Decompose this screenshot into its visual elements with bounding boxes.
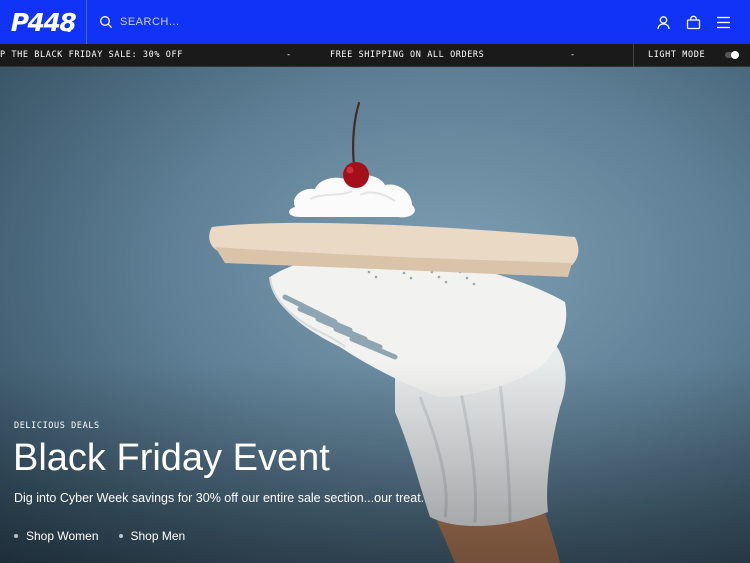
site-header: P448 <box>0 0 750 44</box>
logo-text: P448 <box>10 7 77 37</box>
shop-women-link[interactable]: Shop Women <box>14 529 99 543</box>
ticker-item: FREE SHIPPING ON ALL ORDERS <box>330 49 485 60</box>
account-icon[interactable] <box>655 14 672 31</box>
hero-description: Dig into Cyber Week savings for 30% off … <box>14 491 425 505</box>
search-input[interactable] <box>120 16 420 28</box>
ticker-separator: - <box>286 49 292 60</box>
hero-banner: DELICIOUS DEALS Black Friday Event Dig i… <box>0 67 750 563</box>
ticker-track: P THE BLACK FRIDAY SALE: 30% OFF - FREE … <box>0 44 633 67</box>
shop-men-link[interactable]: Shop Men <box>118 529 186 543</box>
toggle-switch[interactable] <box>725 51 740 59</box>
hero-title: Black Friday Event <box>13 437 330 479</box>
bag-icon[interactable] <box>685 14 702 31</box>
mode-label: LIGHT MODE <box>648 50 706 60</box>
brand-logo[interactable]: P448 <box>0 0 87 44</box>
light-mode-toggle[interactable]: LIGHT MODE <box>633 43 750 67</box>
ticker-item: P THE BLACK FRIDAY SALE: 30% OFF <box>0 49 183 60</box>
ticker-separator: - <box>570 49 576 60</box>
bullet-icon <box>118 534 123 538</box>
bullet-icon <box>14 534 18 538</box>
announcement-ticker: P THE BLACK FRIDAY SALE: 30% OFF - FREE … <box>0 43 750 67</box>
toggle-knob <box>731 51 740 59</box>
hero-eyebrow: DELICIOUS DEALS <box>14 421 100 431</box>
search-bar[interactable] <box>87 0 655 44</box>
shop-women-label: Shop Women <box>26 529 99 543</box>
hero-links: Shop Women Shop Men <box>14 529 185 543</box>
logo-dot <box>67 28 71 32</box>
header-actions <box>655 14 750 31</box>
search-icon[interactable] <box>99 15 113 29</box>
menu-icon[interactable] <box>715 14 732 31</box>
shop-men-label: Shop Men <box>130 529 186 543</box>
